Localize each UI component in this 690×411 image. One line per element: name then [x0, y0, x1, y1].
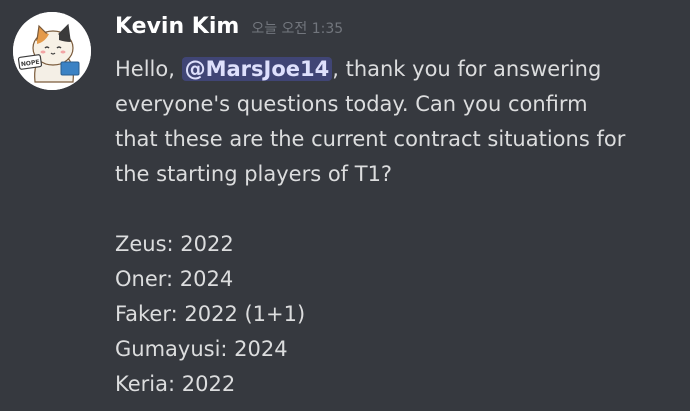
message-line-1: Hello, @MarsJoe14, thank you for answeri… — [115, 52, 690, 87]
after-mention-text: , thank you for answering — [332, 57, 602, 81]
player-line-keria: Keria: 2022 — [115, 372, 236, 396]
player-line-gumayusi: Gumayusi: 2024 — [115, 337, 288, 361]
user-avatar[interactable]: NOPE — [13, 12, 91, 90]
chat-message: NOPE Kevin Kim 오늘 오전 1:35 Hello, @MarsJo… — [0, 0, 690, 411]
message-line-4: the starting players of T1? — [115, 162, 393, 186]
message-line-3: that these are the current contract situ… — [115, 127, 626, 151]
user-mention[interactable]: @MarsJoe14 — [181, 57, 333, 81]
message-content: Hello, @MarsJoe14, thank you for answeri… — [115, 52, 690, 402]
greeting-text: Hello, — [115, 57, 182, 81]
cat-avatar-icon: NOPE — [13, 12, 91, 90]
player-line-zeus: Zeus: 2022 — [115, 232, 234, 256]
player-line-oner: Oner: 2024 — [115, 267, 234, 291]
timestamp: 오늘 오전 1:35 — [251, 21, 344, 37]
message-line-2: everyone's questions today. Can you conf… — [115, 92, 588, 116]
message-header: Kevin Kim 오늘 오전 1:35 — [115, 14, 343, 46]
player-line-faker: Faker: 2022 (1+1) — [115, 302, 306, 326]
username[interactable]: Kevin Kim — [115, 14, 239, 39]
